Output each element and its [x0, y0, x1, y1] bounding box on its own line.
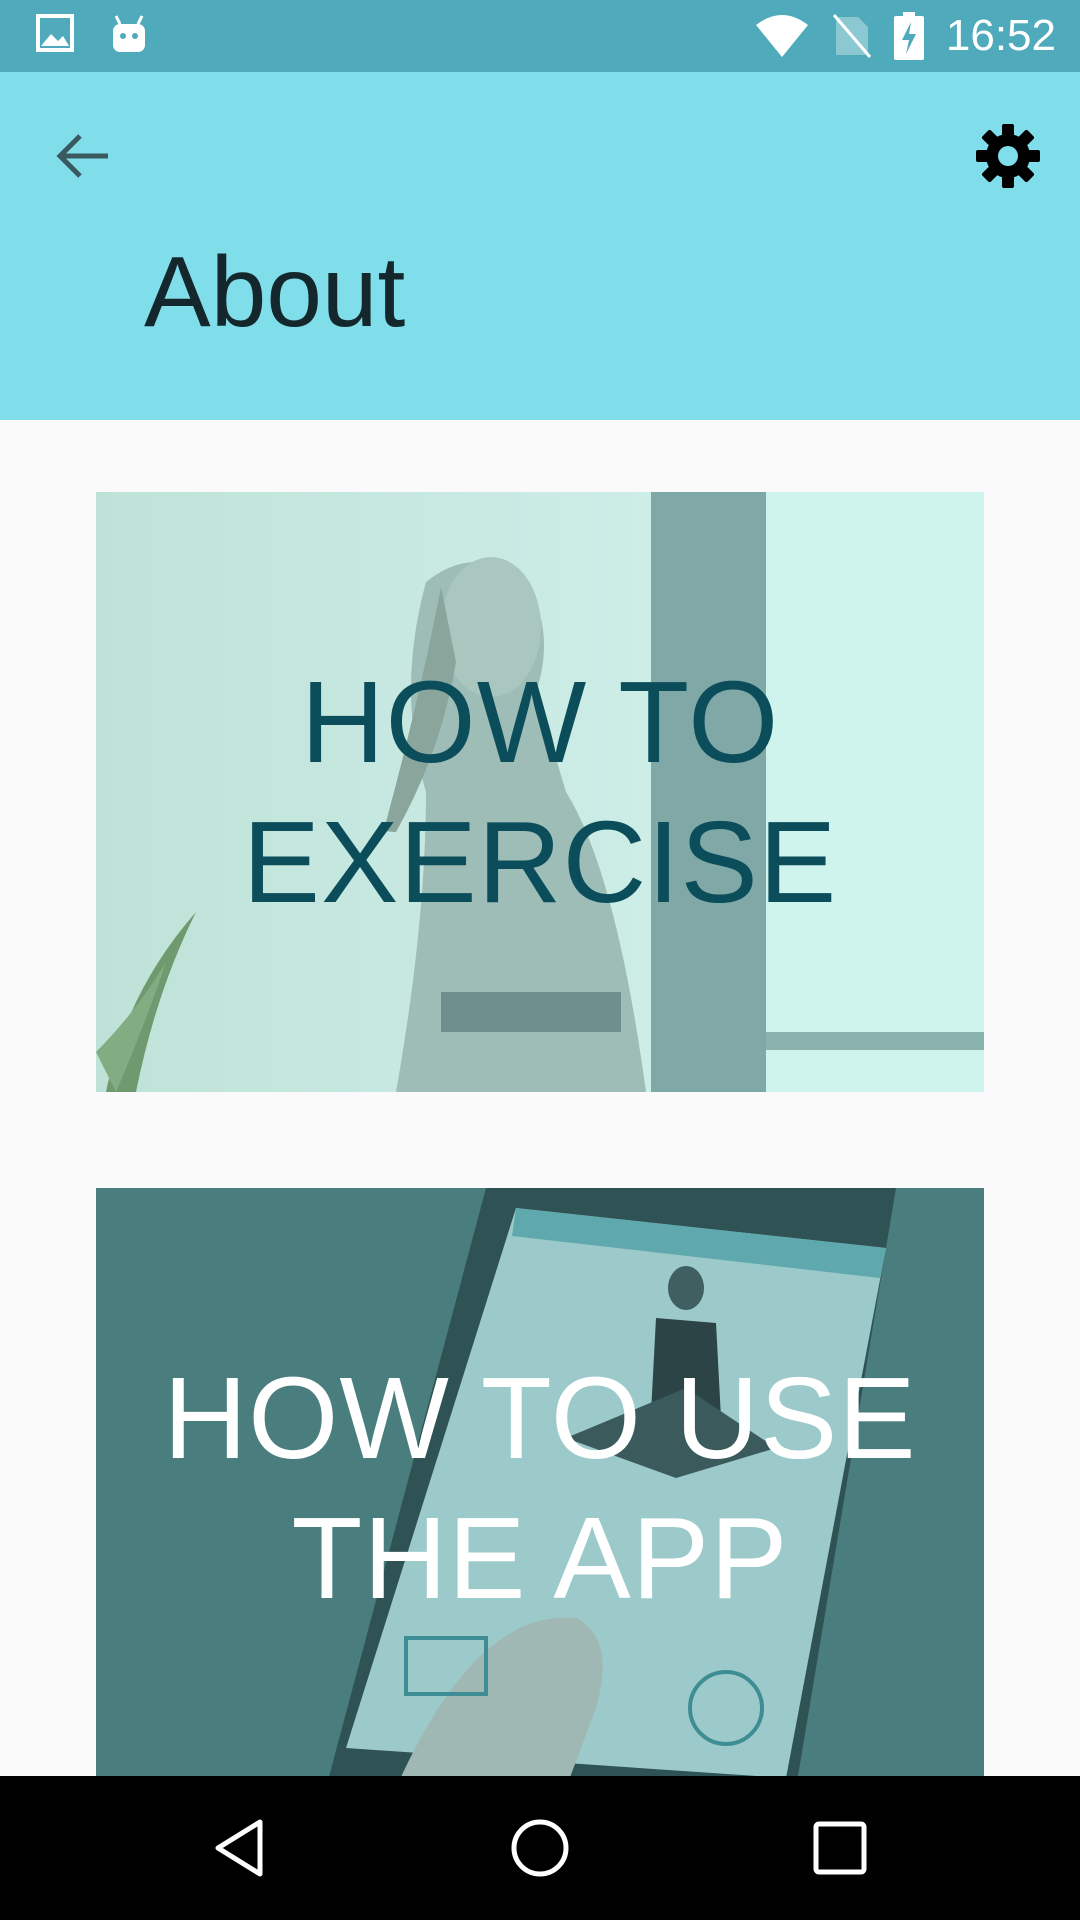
how-to-use-app-card[interactable]: HOW TO USE THE APP [96, 1188, 984, 1776]
battery-charging-icon [893, 12, 924, 60]
arrow-back-icon [56, 134, 108, 178]
settings-button[interactable] [974, 122, 1042, 190]
page-title: About [144, 236, 406, 348]
back-triangle-icon [215, 1819, 263, 1877]
status-bar: 16:52 [0, 0, 1080, 72]
gear-icon [976, 124, 1040, 188]
back-button[interactable] [52, 124, 116, 188]
nav-home-button[interactable] [506, 1814, 574, 1882]
image-notification-icon [36, 14, 74, 52]
screen: 16:52 About HOW TO EXERCISE HOW TO USE T… [0, 0, 1080, 1920]
nav-back-button[interactable] [206, 1814, 274, 1882]
recents-square-icon [813, 1821, 867, 1875]
status-time: 16:52 [945, 11, 1056, 60]
home-circle-icon [511, 1819, 569, 1877]
app-bar: About [0, 72, 1080, 420]
navigation-bar [0, 1776, 1080, 1920]
wifi-icon [755, 15, 808, 57]
how-to-exercise-label: HOW TO EXERCISE [242, 657, 838, 927]
nav-recents-button[interactable] [806, 1814, 874, 1882]
how-to-exercise-card[interactable]: HOW TO EXERCISE [96, 492, 984, 1092]
how-to-use-app-label: HOW TO USE THE APP [163, 1353, 917, 1623]
android-notification-icon [113, 15, 145, 52]
no-sim-icon [832, 14, 872, 58]
